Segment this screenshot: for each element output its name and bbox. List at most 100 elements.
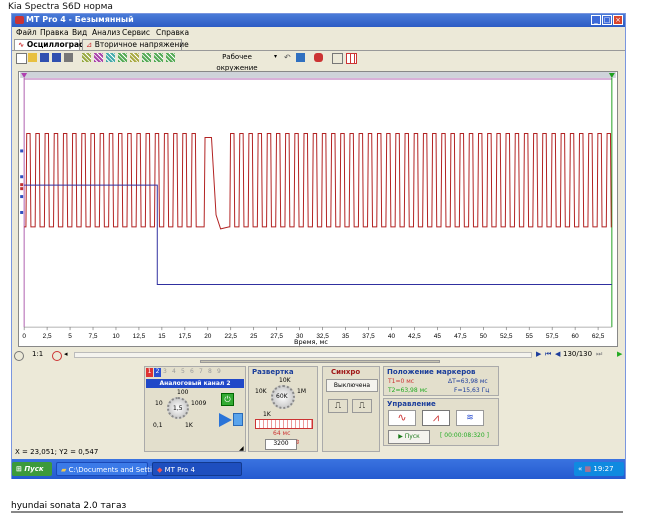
- tools-icon[interactable]: [332, 53, 343, 64]
- x-tick-label: 17,5: [179, 333, 192, 340]
- x-tick-label: 25: [250, 333, 258, 340]
- title-bar[interactable]: MT Pro 4 - Безымянный _ □ ×: [12, 14, 625, 27]
- x-tick-label: 5: [68, 333, 72, 340]
- channel-grid-icon-4[interactable]: [118, 53, 127, 62]
- taskbar-item-explorer[interactable]: ▰ C:\Documents and Settin...: [56, 462, 163, 476]
- channel-level-marker: [20, 187, 24, 191]
- maximize-icon[interactable]: □: [602, 15, 612, 25]
- x-tick-label: 62,5: [592, 333, 605, 340]
- multi-wave-icon[interactable]: ≋: [456, 410, 484, 426]
- close-icon[interactable]: ×: [613, 15, 623, 25]
- menu-help[interactable]: Справка: [156, 28, 189, 37]
- x-tick-label: 55: [526, 333, 534, 340]
- play-icon[interactable]: ▶: [617, 350, 622, 358]
- sweep-points-field[interactable]: 3200: [265, 439, 297, 450]
- toolbar: Рабочее окружение ▾ ↶: [12, 51, 625, 72]
- open-folder-icon[interactable]: [28, 53, 37, 62]
- channel-tab-4[interactable]: 4: [172, 368, 176, 375]
- channel-tab-9[interactable]: 9: [217, 368, 221, 375]
- next-page-icon[interactable]: ▶: [536, 350, 541, 358]
- x-tick-label: 45: [434, 333, 442, 340]
- marker-t2: T2=63,98 мс: [388, 387, 428, 394]
- channel-tab-8[interactable]: 8: [208, 368, 212, 375]
- menu-bar: Файл Правка Вид Анализ Сервис Справка: [12, 27, 625, 38]
- wave-mode-icon[interactable]: ⩘: [422, 410, 450, 426]
- export-icon[interactable]: [296, 53, 305, 62]
- wave-icon: ∿: [18, 40, 25, 49]
- resize-grip-icon[interactable]: ◢: [239, 445, 244, 452]
- x-tick-label: 52,5: [500, 333, 513, 340]
- menu-view[interactable]: Вид: [72, 28, 87, 37]
- new-file-icon[interactable]: [16, 53, 27, 64]
- top-marker-strip: [20, 72, 616, 78]
- sync-falling-edge-icon[interactable]: ⎍: [352, 399, 372, 413]
- channel-grid-icon-1[interactable]: [82, 53, 91, 62]
- sync-group: Синхро Выключена ⎍ ⎍: [322, 366, 380, 452]
- save-icon[interactable]: [40, 53, 49, 62]
- menu-edit[interactable]: Правка: [40, 28, 69, 37]
- channel-grid-icon-3[interactable]: [106, 53, 115, 62]
- dial-label-br: 1K: [185, 422, 193, 429]
- calc-icon[interactable]: [233, 413, 243, 426]
- channel-grid-icon-6[interactable]: [142, 53, 151, 62]
- tab-oscilloscope[interactable]: ∿ Осциллограф: [14, 39, 87, 50]
- power-icon[interactable]: ⏻: [221, 393, 234, 406]
- horizontal-scrollbar[interactable]: [74, 352, 532, 358]
- channel-grid-icon-5[interactable]: [130, 53, 139, 62]
- start-menu-button[interactable]: ⊞ Пуск: [12, 462, 52, 476]
- panel-splitter[interactable]: [200, 360, 440, 363]
- sweep-wave-icon[interactable]: [255, 419, 313, 429]
- play-channel-icon[interactable]: [219, 413, 232, 427]
- channel-group: 1 2 3 4 5 6 7 8 9 Аналоговый канал 2 100…: [144, 366, 246, 452]
- grid-icon[interactable]: [346, 53, 357, 64]
- page-counter: 130/130: [563, 350, 593, 358]
- oscilloscope-plot[interactable]: 0 2,5 5 7,5 10 12,5 15 17,5 20 22,5 25 27,5 30 32,5 35…: [18, 71, 618, 347]
- menu-analysis[interactable]: Анализ: [92, 28, 120, 37]
- x-tick-label: 42,5: [408, 333, 421, 340]
- taskbar-item-mtpro[interactable]: ◆ MT Pro 4: [152, 462, 242, 476]
- prev-page-icon[interactable]: ◀: [555, 350, 560, 358]
- sweep-label-top: 10K: [279, 377, 291, 384]
- x-tick-label: 7,5: [89, 333, 98, 340]
- channel-grid-icon-7[interactable]: [154, 53, 163, 62]
- first-page-icon[interactable]: ⏮: [545, 350, 551, 359]
- x-tick-label: 22,5: [224, 333, 237, 340]
- tab-secondary-voltage[interactable]: ⊿ Вторичное напряжение: [82, 39, 189, 50]
- sync-state-button[interactable]: Выключена: [326, 379, 378, 392]
- control-group: Управление ∿ ⩘ ≋ ▶ Пуск [ 00:00:08:320 ]: [383, 398, 499, 446]
- channel-tab-5[interactable]: 5: [181, 368, 185, 375]
- undo-icon[interactable]: ↶: [284, 53, 293, 62]
- x-tick-label: 50: [480, 333, 488, 340]
- eraser-icon[interactable]: [314, 53, 323, 62]
- scroll-left-icon[interactable]: ◂: [64, 350, 68, 358]
- sine-mode-icon[interactable]: ∿: [388, 410, 416, 426]
- channel-tab-3[interactable]: 3: [163, 368, 167, 375]
- channel-tab-1[interactable]: 1: [146, 368, 153, 377]
- last-page-icon[interactable]: ⏭: [596, 350, 602, 359]
- tray-app-icon[interactable]: ▦: [585, 465, 592, 473]
- channel-level-marker: [20, 175, 24, 179]
- channel-grid-icon-2[interactable]: [94, 53, 103, 62]
- menu-file[interactable]: Файл: [16, 28, 37, 37]
- sync-rising-edge-icon[interactable]: ⎍: [328, 399, 348, 413]
- dropdown-arrow-icon[interactable]: ▾: [274, 53, 279, 62]
- channel-level-marker: [20, 195, 24, 199]
- channel-tab-6[interactable]: 6: [190, 368, 194, 375]
- sweep-spin-icon[interactable]: ⇕: [295, 439, 300, 446]
- x-tick-label: 10: [112, 333, 120, 340]
- x-tick-label: 2,5: [43, 333, 52, 340]
- print-icon[interactable]: [64, 53, 73, 62]
- environment-selector[interactable]: Рабочее окружение: [203, 52, 271, 72]
- channel-grid-icon-8[interactable]: [166, 53, 175, 62]
- channel-tab-2[interactable]: 2: [154, 368, 161, 377]
- save-as-icon[interactable]: [52, 53, 61, 62]
- start-button[interactable]: ▶ Пуск: [388, 430, 430, 444]
- x-axis-label: Время, мс: [294, 338, 329, 346]
- menu-service[interactable]: Сервис: [122, 28, 150, 37]
- tray-expand-icon[interactable]: «: [578, 465, 582, 473]
- minimize-icon[interactable]: _: [591, 15, 601, 25]
- cursor-coordinates: X = 23,051; Y2 = 0,547: [15, 448, 99, 456]
- system-tray: « ▦ 19:27: [574, 462, 624, 476]
- channel-tab-7[interactable]: 7: [199, 368, 203, 375]
- x-tick-label: 15: [158, 333, 166, 340]
